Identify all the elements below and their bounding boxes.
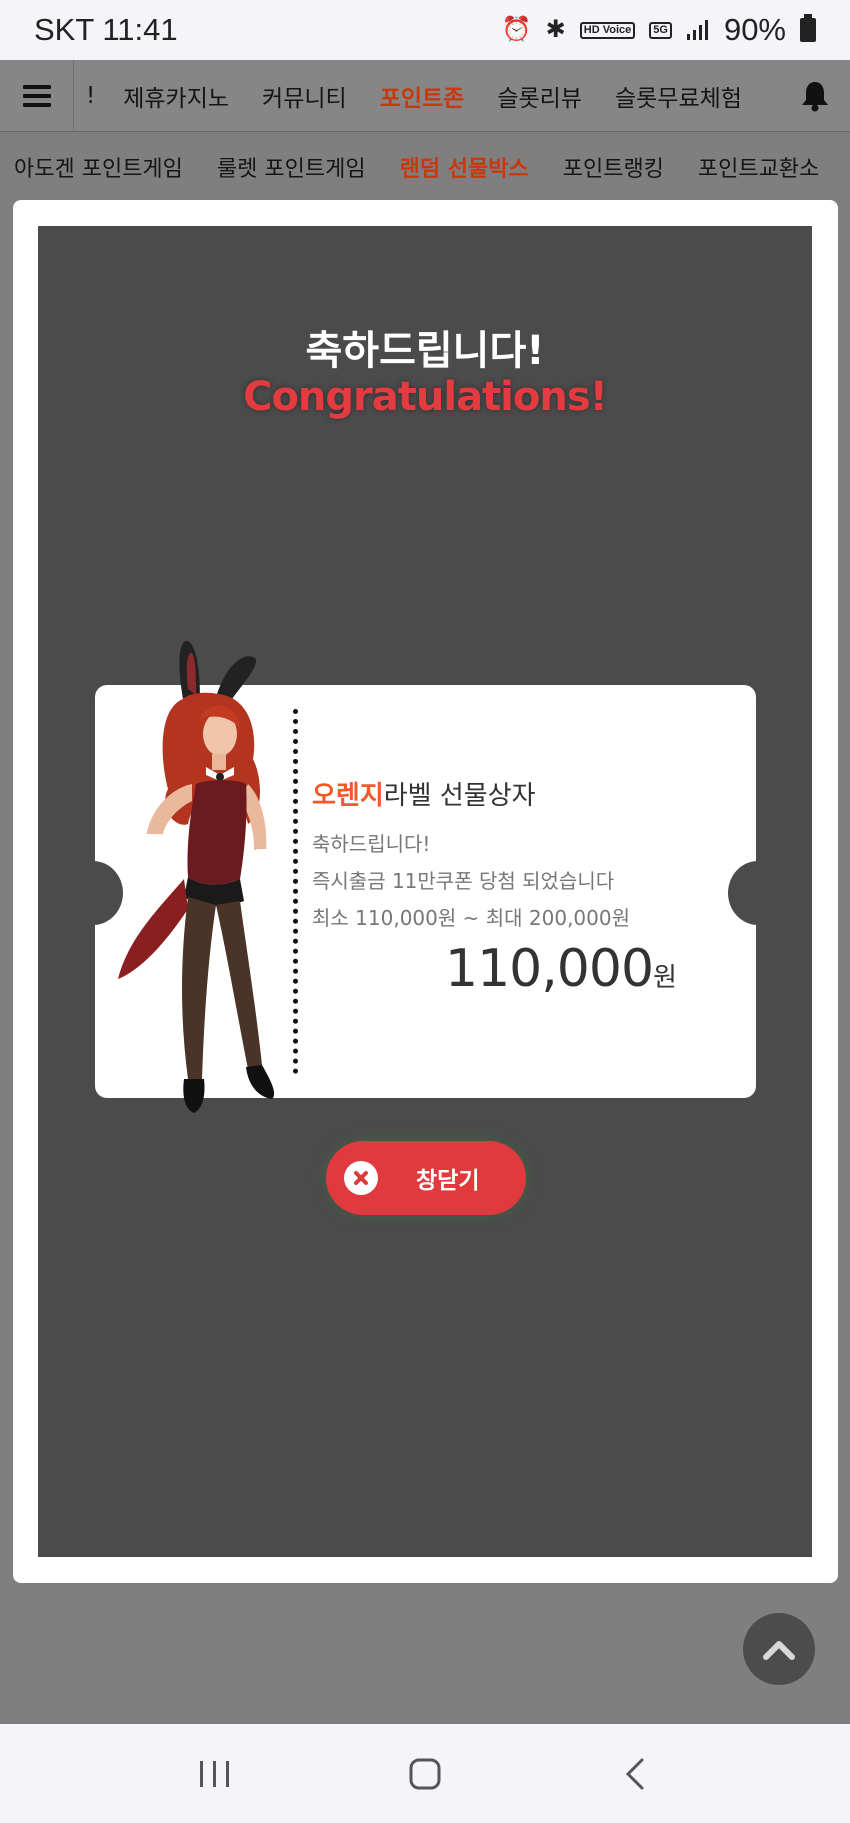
nav-item-free-slot[interactable]: 슬롯무료체험 bbox=[615, 79, 742, 113]
recent-apps-icon bbox=[200, 1760, 229, 1787]
scroll-top-button[interactable] bbox=[743, 1613, 815, 1685]
prize-modal: 축하드립니다! Congratulations! 오렌지라벨 선물상자 축하드립… bbox=[13, 200, 838, 1583]
battery-icon bbox=[800, 14, 816, 42]
sub-item-roulette[interactable]: 룰렛 포인트게임 bbox=[217, 151, 366, 183]
sub-item-point-ranking[interactable]: 포인트랭킹 bbox=[563, 151, 664, 183]
ticket-heading: 오렌지라벨 선물상자 bbox=[312, 775, 732, 812]
back-icon bbox=[625, 1758, 644, 1789]
ticket-notch-right bbox=[728, 861, 788, 925]
modal-title-en: Congratulations! bbox=[243, 374, 608, 420]
modal-content: 축하드립니다! Congratulations! 오렌지라벨 선물상자 축하드립… bbox=[38, 226, 812, 1557]
sub-item-point-exchange[interactable]: 포인트교환소 bbox=[698, 151, 819, 183]
modal-title-ko: 축하드립니다! bbox=[305, 328, 545, 374]
sub-item-adogen[interactable]: 아도겐 포인트게임 bbox=[14, 151, 183, 183]
hd-voice-icon: HD Voice bbox=[579, 21, 636, 39]
close-icon bbox=[344, 1161, 378, 1195]
ticket-divider bbox=[293, 709, 298, 1074]
menu-button[interactable] bbox=[0, 59, 74, 132]
bell-icon bbox=[802, 81, 828, 111]
bunny-girl-illustration bbox=[118, 640, 275, 1113]
status-icons: ⏰ ✱ HD Voice 5G 90% bbox=[502, 12, 816, 48]
close-modal-label: 창닫기 bbox=[416, 1168, 480, 1194]
home-button[interactable] bbox=[395, 1744, 455, 1804]
home-icon bbox=[409, 1758, 441, 1789]
hamburger-icon bbox=[22, 84, 51, 107]
ticket-line-range: 최소 110,000원 ~ 최대 200,000원 bbox=[312, 906, 630, 930]
notification-button[interactable] bbox=[780, 60, 850, 132]
close-modal-button[interactable]: 창닫기 bbox=[326, 1141, 526, 1215]
network-5g-icon: 5G bbox=[649, 21, 672, 39]
ticket-heading-accent: 오렌지 bbox=[312, 781, 384, 811]
ticket-heading-rest: 라벨 선물상자 bbox=[383, 781, 536, 811]
battery-percent: 90% bbox=[723, 12, 786, 47]
status-bar: SKT 11:41 ⏰ ✱ HD Voice 5G 90% bbox=[0, 0, 850, 60]
ticket-amount-currency: 원 bbox=[653, 963, 677, 993]
ticket-amount: 110,000원 bbox=[445, 939, 677, 999]
chevron-up-icon bbox=[763, 1641, 795, 1660]
top-nav: ! 제휴카지노 커뮤니티 포인트존 슬롯리뷰 슬롯무료체험 bbox=[0, 59, 850, 132]
status-time: SKT 11:41 bbox=[34, 12, 178, 47]
ticket-line-congrats: 축하드립니다! bbox=[312, 832, 431, 856]
nav-item-community[interactable]: 커뮤니티 bbox=[262, 79, 347, 113]
alarm-icon: ⏰ bbox=[501, 16, 532, 43]
back-button[interactable] bbox=[605, 1744, 665, 1804]
nav-items: ! 제휴카지노 커뮤니티 포인트존 슬롯리뷰 슬롯무료체험 bbox=[74, 60, 780, 132]
nav-item-partial[interactable]: ! bbox=[86, 83, 95, 109]
bluetooth-icon: ✱ bbox=[545, 16, 566, 43]
nav-item-slot-review[interactable]: 슬롯리뷰 bbox=[497, 79, 582, 113]
signal-icon bbox=[686, 20, 708, 40]
sub-nav: 아도겐 포인트게임 룰렛 포인트게임 랜덤 선물박스 포인트랭킹 포인트교환소 bbox=[0, 133, 850, 201]
ticket-body: 오렌지라벨 선물상자 축하드립니다! 즉시출금 11만쿠폰 당첨 되었습니다 최… bbox=[312, 775, 732, 937]
system-nav-bar bbox=[0, 1724, 850, 1823]
ticket-amount-value: 110,000 bbox=[445, 939, 654, 999]
nav-item-partner-casino[interactable]: 제휴카지노 bbox=[123, 79, 229, 113]
sub-item-random-giftbox[interactable]: 랜덤 선물박스 bbox=[400, 151, 529, 183]
nav-item-point-zone[interactable]: 포인트존 bbox=[380, 79, 465, 113]
ticket-line-prize: 즉시출금 11만쿠폰 당첨 되었습니다 bbox=[312, 869, 615, 893]
recent-apps-button[interactable] bbox=[185, 1744, 245, 1804]
